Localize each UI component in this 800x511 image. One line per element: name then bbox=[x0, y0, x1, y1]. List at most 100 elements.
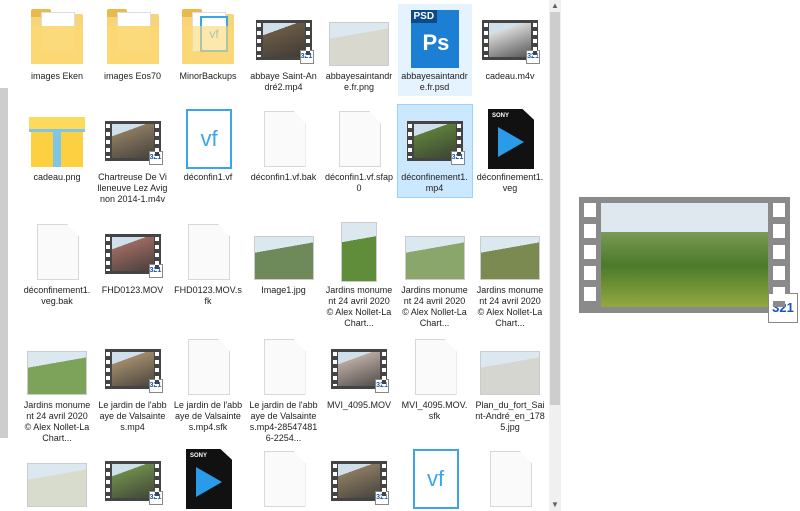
video-thumbnail-icon: 321 bbox=[104, 121, 163, 165]
video-thumbnail-icon: 321 bbox=[482, 20, 540, 64]
folder-icon: vf bbox=[182, 9, 234, 64]
file-item[interactable]: 321 MVI_4095.MOV bbox=[322, 333, 396, 414]
video-thumbnail-icon: 321 bbox=[104, 461, 163, 505]
video-thumbnail-icon: 321 bbox=[331, 461, 389, 505]
file-name-label: Image1.jpg bbox=[261, 285, 306, 295]
file-item[interactable]: cadeau.png bbox=[20, 105, 94, 186]
image-thumbnail-icon bbox=[480, 236, 540, 280]
video-preview-thumbnail: 321 bbox=[579, 197, 798, 323]
folder-icon bbox=[106, 9, 159, 64]
blank-file-icon bbox=[490, 451, 532, 507]
blank-file-icon bbox=[263, 339, 306, 395]
file-item[interactable] bbox=[20, 445, 94, 511]
file-name-label: Chartreuse De Villeneuve Lez Avignon 201… bbox=[97, 172, 168, 204]
file-item[interactable]: Plan_du_fort_Saint-André_en_1785.jpg bbox=[473, 333, 547, 436]
file-item[interactable]: 321 FHD0123.MOV bbox=[96, 218, 170, 299]
file-name-label: déconfinement1.mp4 bbox=[401, 172, 468, 193]
file-item[interactable]: 321 cadeau.m4v bbox=[473, 4, 547, 85]
file-item[interactable]: Le jardin de l'abbaye de Valsaintes.mp4-… bbox=[247, 333, 321, 447]
file-name-label: Le jardin de l'abbaye de Valsaintes.mp4-… bbox=[249, 400, 318, 443]
image-thumbnail-icon bbox=[27, 463, 87, 507]
file-item[interactable]: 321 Le jardin de l'abbaye de Valsaintes.m… bbox=[96, 333, 170, 436]
file-name-label: Le jardin de l'abbaye de Valsaintes.mp4.… bbox=[173, 400, 243, 432]
mpc-badge-icon: 321 bbox=[299, 50, 314, 64]
image-thumbnail-icon bbox=[480, 351, 540, 395]
file-item[interactable]: 321 abbaye Saint-André2.mp4 bbox=[247, 4, 321, 96]
video-thumbnail-icon: 321 bbox=[104, 349, 163, 393]
file-name-label: MVI_4095.MOV bbox=[326, 400, 392, 410]
file-item[interactable]: 321 Chartreuse De Villeneuve Lez Avignon … bbox=[96, 105, 170, 208]
blank-file-icon bbox=[263, 111, 306, 167]
mpc-badge-icon: 321 bbox=[148, 264, 163, 278]
image-thumbnail-icon bbox=[341, 222, 377, 282]
video-thumbnail-icon: 321 bbox=[255, 20, 314, 64]
file-item[interactable]: vf déconfin1.vf bbox=[171, 105, 245, 186]
file-item[interactable]: déconfinement1.veg.bak bbox=[20, 218, 94, 310]
folder-icon bbox=[31, 9, 83, 64]
image-thumbnail-icon bbox=[27, 351, 87, 395]
file-item[interactable]: vf bbox=[398, 445, 472, 511]
blank-file-icon bbox=[339, 111, 381, 167]
file-name-label: Jardins monument 24 avril 2020 © Alex No… bbox=[401, 285, 468, 328]
file-name-label: déconfin1.vf.sfap0 bbox=[324, 172, 394, 193]
file-name-label: MVI_4095.MOV.sfk bbox=[401, 400, 468, 421]
image-thumbnail-icon bbox=[329, 22, 389, 66]
file-name-label: images Eos70 bbox=[103, 71, 162, 81]
file-item[interactable]: Jardins monument 24 avril 2020 © Alex No… bbox=[322, 218, 396, 332]
video-thumbnail-icon: 321 bbox=[406, 121, 465, 165]
file-name-label: abbayesaintandre.fr.psd bbox=[401, 71, 468, 92]
scroll-down-button[interactable]: ▼ bbox=[549, 499, 561, 511]
mpc-badge-icon: 321 bbox=[450, 151, 465, 165]
scrollbar-thumb[interactable] bbox=[550, 12, 560, 405]
file-name-label: Jardins monument 24 avril 2020 © Alex No… bbox=[476, 285, 544, 328]
sony-vegas-file-icon: SONY bbox=[488, 109, 534, 169]
photoshop-file-icon: PSD Ps bbox=[410, 10, 459, 68]
blank-file-icon bbox=[37, 224, 79, 280]
file-item[interactable]: Jardins monument 24 avril 2020 © Alex No… bbox=[473, 218, 547, 332]
file-name-label: images Eken bbox=[30, 71, 84, 81]
vertical-scrollbar[interactable]: ▲ ▼ bbox=[549, 0, 561, 511]
mpc-badge-icon: 321 bbox=[375, 491, 389, 505]
file-name-label: cadeau.m4v bbox=[485, 71, 535, 81]
video-thumbnail-icon: 321 bbox=[331, 349, 389, 393]
file-item[interactable]: 321 bbox=[96, 445, 170, 511]
file-item[interactable]: 321 bbox=[322, 445, 396, 511]
file-item[interactable]: images Eos70 bbox=[96, 4, 170, 85]
file-name-label: déconfinement1.veg.bak bbox=[23, 285, 91, 306]
preview-pane: 321 bbox=[561, 0, 800, 511]
file-item[interactable] bbox=[473, 445, 547, 511]
image-thumbnail-icon bbox=[253, 236, 314, 280]
file-name-label: Jardins monument 24 avril 2020 © Alex No… bbox=[23, 400, 91, 443]
file-item[interactable]: déconfin1.vf.sfap0 bbox=[322, 105, 396, 197]
file-item[interactable]: Jardins monument 24 avril 2020 © Alex No… bbox=[398, 218, 472, 332]
file-item[interactable]: FHD0123.MOV.sfk bbox=[171, 218, 245, 310]
file-item[interactable]: PSD Ps abbayesaintandre.fr.psd bbox=[397, 4, 472, 96]
blank-file-icon bbox=[188, 339, 230, 395]
file-item[interactable]: vf MinorBackups bbox=[171, 4, 245, 85]
mpc-badge-icon: 321 bbox=[526, 50, 540, 64]
file-name-label: Le jardin de l'abbaye de Valsaintes.mp4 bbox=[98, 400, 167, 432]
file-item[interactable]: MVI_4095.MOV.sfk bbox=[398, 333, 472, 425]
file-item[interactable]: déconfin1.vf.bak bbox=[247, 105, 321, 186]
file-name-label: déconfin1.vf.bak bbox=[250, 172, 317, 182]
file-item[interactable]: SONY bbox=[171, 445, 245, 511]
file-item[interactable] bbox=[247, 445, 321, 511]
file-item[interactable]: Image1.jpg bbox=[247, 218, 321, 299]
navigation-pane-edge bbox=[0, 88, 8, 438]
blank-file-icon bbox=[263, 451, 306, 507]
file-name-label: abbayesaintandre.fr.png bbox=[325, 71, 393, 92]
file-item[interactable]: Jardins monument 24 avril 2020 © Alex No… bbox=[20, 333, 94, 447]
mpc-badge-icon: 321 bbox=[148, 491, 163, 505]
scroll-up-button[interactable]: ▲ bbox=[549, 0, 561, 12]
file-name-label: cadeau.png bbox=[33, 172, 81, 182]
file-name-label: FHD0123.MOV bbox=[101, 285, 164, 295]
file-item[interactable]: abbayesaintandre.fr.png bbox=[322, 4, 396, 96]
file-item[interactable]: Le jardin de l'abbaye de Valsaintes.mp4.… bbox=[171, 333, 245, 436]
file-item[interactable]: SONY déconfinement1.veg bbox=[473, 105, 547, 197]
mpc-badge-icon: 321 bbox=[375, 379, 389, 393]
file-item[interactable]: images Eken bbox=[20, 4, 94, 85]
file-name-label: MinorBackups bbox=[179, 71, 237, 81]
file-item[interactable]: 321 déconfinement1.mp4 bbox=[396, 104, 473, 198]
file-name-label: Plan_du_fort_Saint-André_en_1785.jpg bbox=[475, 400, 545, 432]
gift-image-icon bbox=[29, 117, 85, 167]
